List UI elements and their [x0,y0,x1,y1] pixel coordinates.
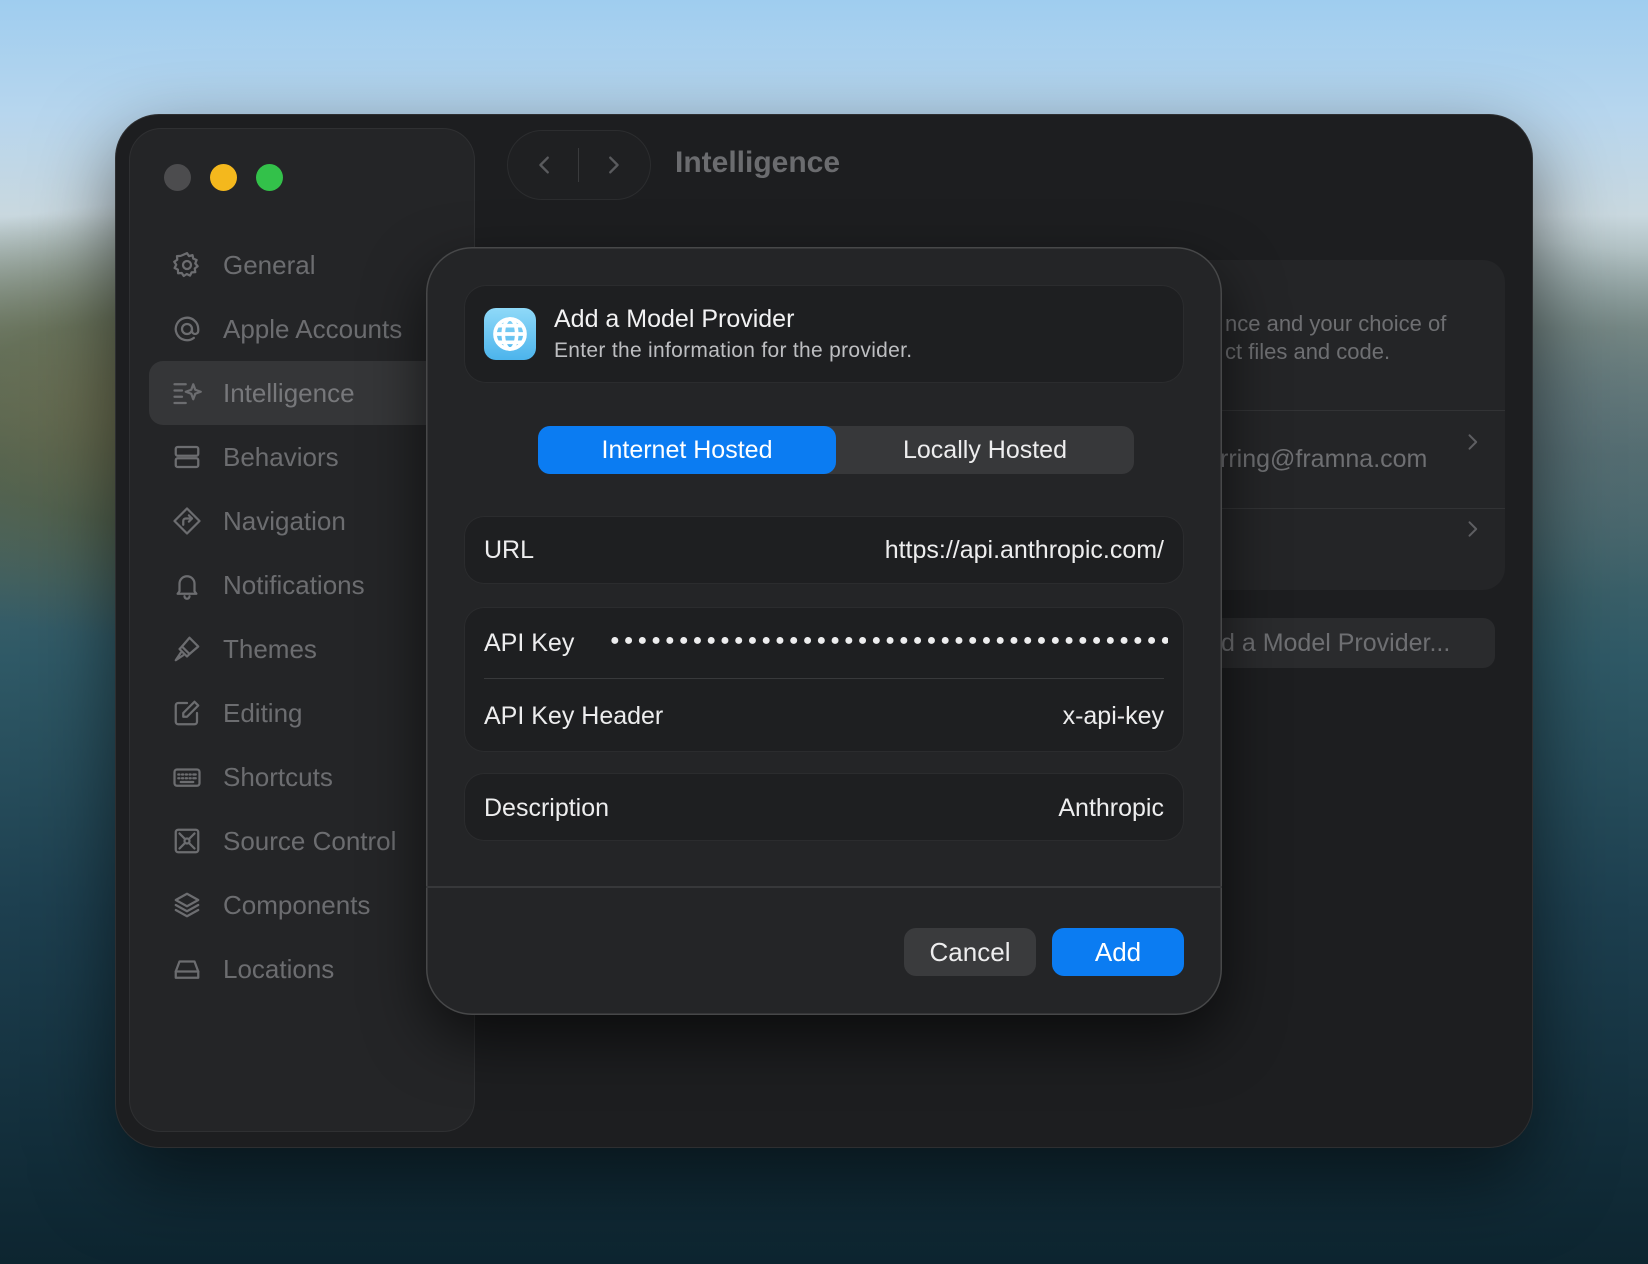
hosting-segmented-control: Internet Hosted Locally Hosted [538,426,1134,474]
at-icon [171,313,203,345]
cancel-button[interactable]: Cancel [904,928,1036,976]
sidebar-item-navigation[interactable]: Navigation [149,489,459,553]
chevron-right-icon[interactable] [1462,519,1482,539]
minimize-window-button[interactable] [210,164,237,191]
segment-locally-hosted[interactable]: Locally Hosted [836,426,1134,474]
api-key-header-value[interactable]: x-api-key [1063,702,1164,731]
dialog-subtitle: Enter the information for the provider. [554,339,913,362]
paintbrush-icon [171,633,203,665]
sidebar-item-label: Themes [223,633,317,664]
chevron-right-icon[interactable] [1462,432,1482,452]
dialog-footer-divider [426,886,1222,888]
sidebar-item-shortcuts[interactable]: Shortcuts [149,745,459,809]
gear-icon [171,249,203,281]
window-title: Intelligence [675,146,841,179]
sidebar-item-components[interactable]: Components [149,873,459,937]
stack-rect-icon [171,441,203,473]
sidebar-item-locations[interactable]: Locations [149,937,459,1001]
drive-icon [171,953,203,985]
sidebar-item-label: Navigation [223,505,346,536]
intelligence-description: nce and your choice of ct files and code… [1225,310,1533,366]
sidebar-item-label: Source Control [223,825,397,856]
url-value[interactable]: https://api.anthropic.com/ [885,536,1164,565]
sidebar-item-label: Behaviors [223,441,339,472]
url-field[interactable]: URL https://api.anthropic.com/ [464,516,1184,584]
navigation-buttons [507,130,651,200]
back-button[interactable] [529,149,561,181]
sidebar-item-label: General [223,249,316,280]
api-key-group: API Key ●●●●●●●●●●●●●●●●●●●●●●●●●●●●●●●●… [464,607,1184,752]
add-model-provider-button[interactable]: d a Model Provider... [1195,618,1495,668]
api-key-label: API Key [484,629,575,657]
description-value[interactable]: Anthropic [1058,794,1164,823]
sidebar-item-label: Apple Accounts [223,313,403,344]
url-label: URL [484,536,535,564]
sidebar-item-intelligence[interactable]: Intelligence [149,361,459,425]
sidebar-item-label: Shortcuts [223,761,333,792]
sidebar-item-apple-accounts[interactable]: Apple Accounts [149,297,459,361]
nav-divider [578,148,579,182]
sidebar-item-label: Intelligence [223,377,355,408]
bell-icon [171,569,203,601]
description-field[interactable]: Description Anthropic [464,773,1184,841]
dialog-header: Add a Model Provider Enter the informati… [464,285,1184,383]
segment-internet-hosted[interactable]: Internet Hosted [538,426,836,474]
description-line: nce and your choice of [1225,311,1447,336]
add-model-provider-dialog: Add a Model Provider Enter the informati… [426,247,1222,1015]
chevron-right-icon [609,156,619,174]
api-key-header-label: API Key Header [484,702,664,730]
pencil-square-icon [171,697,203,729]
close-window-button[interactable] [164,164,191,191]
sidebar-item-notifications[interactable]: Notifications [149,553,459,617]
globe-icon [484,308,536,360]
sidebar-item-behaviors[interactable]: Behaviors [149,425,459,489]
source-control-icon [171,825,203,857]
sidebar-item-themes[interactable]: Themes [149,617,459,681]
account-email[interactable]: rring@framna.com [1220,445,1427,474]
sidebar-item-label: Components [223,889,371,920]
sidebar-item-label: Editing [223,697,303,728]
description-label: Description [484,794,610,822]
sidebar-item-label: Notifications [223,569,365,600]
api-key-input[interactable]: ●●●●●●●●●●●●●●●●●●●●●●●●●●●●●●●●●●●●●●●●… [610,629,1168,653]
chevron-left-icon [539,156,549,174]
zoom-window-button[interactable] [256,164,283,191]
keyboard-icon [171,761,203,793]
dialog-title: Add a Model Provider [554,305,795,333]
sidebar: General Apple Accounts Intelligence Beha… [129,128,475,1132]
sidebar-item-editing[interactable]: Editing [149,681,459,745]
add-button[interactable]: Add [1052,928,1184,976]
sidebar-item-label: Locations [223,953,335,984]
description-line: ct files and code. [1225,339,1391,364]
sidebar-item-general[interactable]: General [149,233,459,297]
diamond-arrow-icon [171,505,203,537]
sparkle-lines-icon [171,377,203,409]
field-separator [484,678,1164,679]
sidebar-item-source-control[interactable]: Source Control [149,809,459,873]
layers-icon [171,889,203,921]
forward-button[interactable] [597,149,629,181]
sidebar-list: General Apple Accounts Intelligence Beha… [149,233,459,1001]
